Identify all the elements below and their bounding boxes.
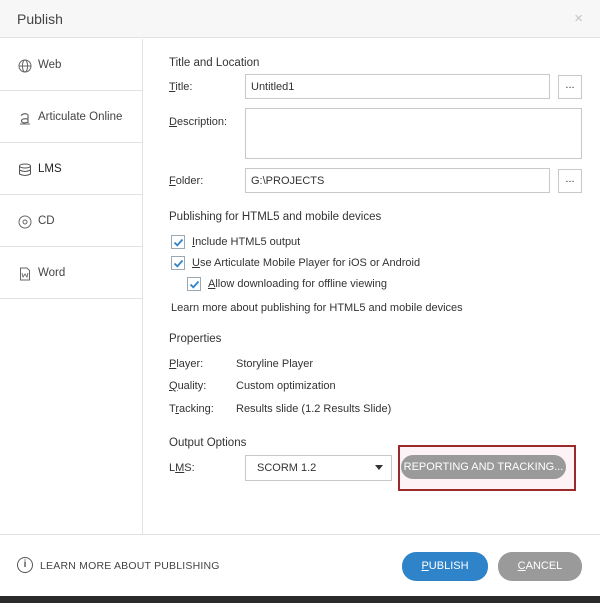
checkmark-icon: [173, 238, 184, 247]
title-browse-button[interactable]: ...: [558, 75, 582, 99]
sidebar-item-label: Word: [38, 267, 66, 279]
mobile-player-checkbox[interactable]: [171, 256, 185, 270]
offline-download-label: Allow downloading for offline viewing: [208, 278, 387, 290]
dialog-footer: i LEARN MORE ABOUT PUBLISHING PUBLISH CA…: [0, 534, 600, 596]
description-label: Description:: [169, 116, 228, 128]
folder-input[interactable]: G:\PROJECTS: [245, 168, 550, 193]
lms-select[interactable]: SCORM 1.2: [245, 455, 392, 481]
folder-browse-button[interactable]: ...: [558, 169, 582, 193]
tracking-key: Tracking:: [169, 403, 214, 415]
word-doc-icon: [18, 267, 32, 281]
folder-label: Folder:: [169, 175, 204, 187]
publish-button[interactable]: PUBLISH: [402, 552, 488, 581]
sidebar-item-lms[interactable]: LMS: [0, 143, 142, 195]
sidebar-item-web[interactable]: Web: [0, 39, 142, 91]
properties-heading: Properties: [169, 333, 222, 345]
html5-learn-more-link[interactable]: Learn more about publishing for HTML5 an…: [171, 302, 463, 314]
publish-target-sidebar: Web Articulate Online LMS CD Word: [0, 39, 143, 534]
sidebar-item-label: Web: [38, 59, 62, 71]
quality-key: Quality:: [169, 380, 207, 392]
chevron-down-icon: [375, 465, 383, 470]
sidebar-item-label: LMS: [38, 163, 62, 175]
html5-heading: Publishing for HTML5 and mobile devices: [169, 211, 382, 223]
close-icon[interactable]: ×: [574, 10, 583, 27]
sidebar-item-cd[interactable]: CD: [0, 195, 142, 247]
sidebar-item-word[interactable]: Word: [0, 247, 142, 299]
include-html5-checkbox[interactable]: [171, 235, 185, 249]
window-title: Publish: [17, 11, 63, 27]
title-location-heading: Title and Location: [169, 57, 260, 69]
output-options-heading: Output Options: [169, 437, 247, 449]
reporting-tracking-button[interactable]: REPORTING AND TRACKING...: [401, 455, 566, 479]
quality-value-link[interactable]: Custom optimization: [236, 380, 336, 392]
offline-download-checkbox[interactable]: [187, 277, 201, 291]
cancel-button[interactable]: CANCEL: [498, 552, 582, 581]
title-label: Title:: [169, 81, 193, 93]
lms-label: LMS:: [169, 462, 195, 474]
lms-select-value: SCORM 1.2: [257, 462, 317, 474]
info-icon[interactable]: i: [17, 557, 33, 573]
disc-icon: [18, 215, 32, 229]
checkmark-icon: [173, 259, 184, 268]
learn-more-publishing-link[interactable]: LEARN MORE ABOUT PUBLISHING: [40, 560, 220, 572]
articulate-icon: [18, 111, 32, 125]
description-input[interactable]: [245, 108, 582, 159]
globe-icon: [18, 59, 32, 73]
taskbar-strip: [0, 596, 600, 603]
window-titlebar: Publish ×: [0, 0, 600, 38]
lms-publish-panel: Title and Location Title: Untitled1 ... …: [144, 39, 600, 534]
tracking-value-link[interactable]: Results slide (1.2 Results Slide): [236, 403, 391, 415]
database-icon: [18, 163, 32, 177]
checkmark-icon: [189, 280, 200, 289]
include-html5-label: Include HTML5 output: [192, 236, 301, 248]
mobile-player-label: Use Articulate Mobile Player for iOS or …: [192, 257, 421, 269]
title-input[interactable]: Untitled1: [245, 74, 550, 99]
sidebar-item-label: Articulate Online: [38, 111, 123, 123]
sidebar-item-label: CD: [38, 215, 55, 227]
player-value-link[interactable]: Storyline Player: [236, 358, 313, 370]
player-key: Player:: [169, 358, 204, 370]
sidebar-item-articulate-online[interactable]: Articulate Online: [0, 91, 142, 143]
